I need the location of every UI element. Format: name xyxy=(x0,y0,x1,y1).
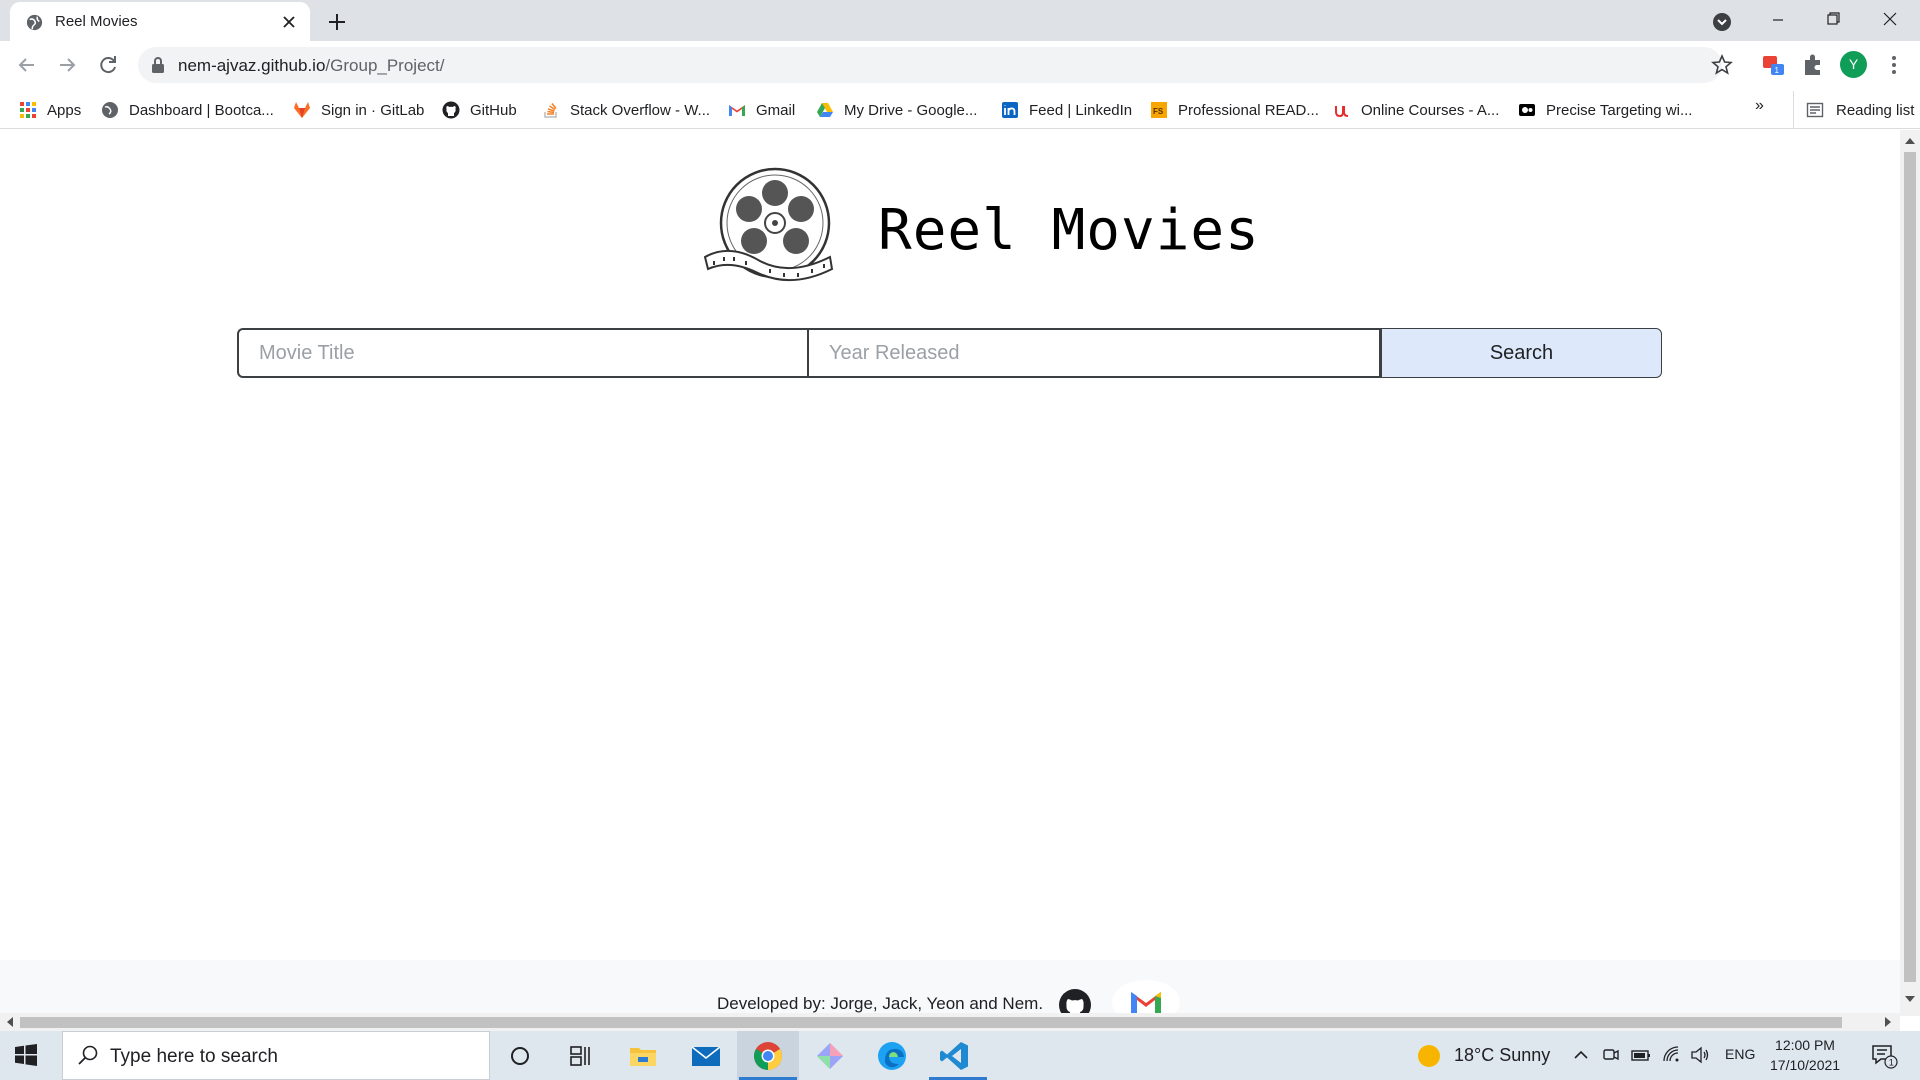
bookmark-apps[interactable]: Apps xyxy=(19,91,81,129)
cortana-icon[interactable] xyxy=(503,1039,537,1073)
fs-icon: FS xyxy=(1151,102,1167,118)
google-drive-icon xyxy=(817,103,833,117)
page-footer: Developed by: Jorge, Jack, Yeon and Nem. xyxy=(0,960,1900,1016)
bookmark-gmail[interactable]: Gmail xyxy=(728,91,795,129)
svg-text:FS: FS xyxy=(1153,107,1164,116)
camera-icon xyxy=(1519,104,1535,116)
reload-icon[interactable] xyxy=(94,51,122,79)
year-released-input[interactable] xyxy=(809,328,1381,378)
search-icon xyxy=(78,1045,98,1065)
taskbar-search-placeholder: Type here to search xyxy=(110,1046,278,1067)
clock-time: 12:00 PM xyxy=(1775,1037,1835,1053)
chevron-up-icon[interactable] xyxy=(1571,1045,1591,1065)
browser-menu-icon[interactable] xyxy=(1880,51,1908,79)
minimize-icon[interactable] xyxy=(1755,6,1801,36)
globe-icon xyxy=(26,14,43,31)
tab-strip: Reel Movies xyxy=(0,0,1920,41)
bookmarks-overflow-button[interactable]: » xyxy=(1755,97,1764,115)
gmail-icon xyxy=(729,105,745,116)
tab-title: Reel Movies xyxy=(55,13,138,30)
linkedin-icon xyxy=(1002,102,1018,118)
movie-title-input[interactable] xyxy=(237,328,809,378)
wifi-icon[interactable] xyxy=(1662,1045,1682,1065)
restore-icon[interactable] xyxy=(1810,6,1856,36)
stackoverflow-icon xyxy=(544,103,557,118)
bookmark-star-icon[interactable] xyxy=(1711,54,1733,76)
task-view-icon[interactable] xyxy=(563,1039,597,1073)
scroll-down-arrow-icon[interactable] xyxy=(1905,996,1915,1002)
clock-date: 17/10/2021 xyxy=(1770,1057,1841,1073)
notification-icon[interactable]: 1 xyxy=(1870,1043,1898,1069)
bookmark-professional-read[interactable]: FS Professional READ... xyxy=(1150,91,1319,129)
bookmark-google-drive[interactable]: My Drive - Google... xyxy=(816,91,977,129)
scroll-right-arrow-icon[interactable] xyxy=(1885,1017,1891,1027)
lock-icon[interactable] xyxy=(150,56,166,74)
udemy-icon xyxy=(1335,106,1349,118)
meet-now-icon[interactable] xyxy=(1601,1045,1621,1065)
gmail-link[interactable] xyxy=(1112,980,1180,1016)
extensions-puzzle-icon[interactable] xyxy=(1799,51,1827,79)
address-bar[interactable]: nem-ajvaz.github.io/Group_Project/ xyxy=(138,47,1733,83)
tab-search-icon[interactable] xyxy=(1711,11,1733,33)
close-tab-icon[interactable] xyxy=(278,11,300,33)
gmail-icon xyxy=(1131,992,1161,1014)
back-arrow-icon[interactable] xyxy=(13,51,41,79)
taskbar-clock[interactable]: 12:00 PM 17/10/2021 xyxy=(1770,1035,1840,1075)
sun-icon xyxy=(1418,1044,1440,1067)
vscode-icon[interactable] xyxy=(937,1039,971,1073)
reading-list-button[interactable]: Reading list xyxy=(1793,91,1914,129)
windows-start-icon[interactable] xyxy=(14,1043,38,1067)
bookmark-linkedin[interactable]: Feed | LinkedIn xyxy=(1001,91,1132,129)
bookmarks-bar: Apps Dashboard | Bootca... Sign in · Git… xyxy=(0,91,1920,129)
bookmark-stackoverflow[interactable]: Stack Overflow - W... xyxy=(542,91,710,129)
web-page: Reel Movies Search Developed by: Jorge, … xyxy=(0,130,1900,1016)
mail-icon[interactable] xyxy=(689,1039,723,1073)
gitlab-icon xyxy=(294,102,310,118)
vertical-scroll-thumb[interactable] xyxy=(1904,152,1916,982)
search-button[interactable]: Search xyxy=(1381,328,1662,378)
windows-taskbar: Type here to search 18°C Sunny ENG 12:00… xyxy=(0,1031,1920,1080)
browser-tab[interactable]: Reel Movies xyxy=(10,2,310,41)
new-tab-icon[interactable] xyxy=(325,10,349,34)
scroll-left-arrow-icon[interactable] xyxy=(7,1017,13,1027)
bookmark-precise-targeting[interactable]: Precise Targeting wi... xyxy=(1518,91,1692,129)
globe-icon xyxy=(102,102,118,118)
developer-credit: Developed by: Jorge, Jack, Yeon and Nem. xyxy=(717,994,1044,1013)
extension-translate-icon[interactable]: 1 xyxy=(1760,51,1788,79)
horizontal-scrollbar[interactable] xyxy=(0,1013,1900,1031)
bookmark-gitlab[interactable]: Sign in · GitLab xyxy=(293,91,424,129)
profile-avatar[interactable]: Y xyxy=(1840,51,1867,78)
volume-icon[interactable] xyxy=(1690,1045,1710,1065)
forward-arrow-icon[interactable] xyxy=(53,51,81,79)
film-reel-logo xyxy=(703,167,834,282)
bookmark-udemy[interactable]: Online Courses - A... xyxy=(1333,91,1499,129)
browser-toolbar: nem-ajvaz.github.io/Group_Project/ 1 Y xyxy=(0,41,1920,91)
git-app-icon[interactable] xyxy=(813,1039,847,1073)
vertical-scrollbar[interactable] xyxy=(1900,130,1920,1016)
battery-icon[interactable] xyxy=(1631,1045,1651,1065)
edge-icon[interactable] xyxy=(875,1039,909,1073)
url-text[interactable]: nem-ajvaz.github.io/Group_Project/ xyxy=(178,56,444,76)
site-title: Reel Movies xyxy=(878,198,1260,263)
reading-list-icon xyxy=(1806,102,1824,118)
svg-text:1: 1 xyxy=(1775,66,1780,75)
movie-search-form: Search xyxy=(237,328,1662,378)
close-window-icon[interactable] xyxy=(1867,6,1913,36)
bookmark-dashboard[interactable]: Dashboard | Bootca... xyxy=(101,91,274,129)
weather-widget[interactable]: 18°C Sunny xyxy=(1418,1031,1550,1080)
taskbar-search-box[interactable]: Type here to search xyxy=(62,1031,490,1080)
file-explorer-icon[interactable] xyxy=(626,1039,660,1073)
apps-grid-icon xyxy=(20,102,36,118)
notification-count: 1 xyxy=(1889,1058,1894,1068)
horizontal-scroll-thumb[interactable] xyxy=(20,1017,1842,1028)
language-indicator[interactable]: ENG xyxy=(1725,1046,1755,1062)
github-icon[interactable] xyxy=(1058,988,1092,1016)
github-icon xyxy=(442,101,460,119)
bookmark-github[interactable]: GitHub xyxy=(442,91,517,129)
scroll-up-arrow-icon[interactable] xyxy=(1905,138,1915,144)
chrome-icon[interactable] xyxy=(751,1039,785,1073)
